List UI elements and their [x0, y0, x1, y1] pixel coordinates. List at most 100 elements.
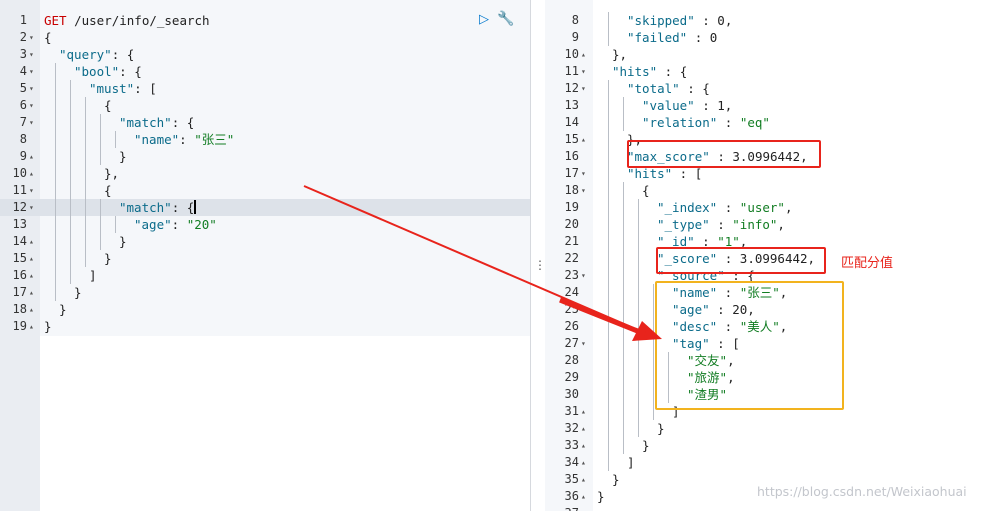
- fold-end-icon[interactable]: ▴: [581, 454, 586, 471]
- fold-collapse-icon[interactable]: ▾: [581, 63, 586, 80]
- code-line[interactable]: 17 ▴}: [0, 284, 530, 301]
- fold-collapse-icon[interactable]: ▾: [29, 97, 34, 114]
- fold-end-icon[interactable]: ▴: [581, 437, 586, 454]
- fold-collapse-icon[interactable]: ▾: [29, 29, 34, 46]
- token-punc: :: [171, 217, 187, 232]
- token-punc: }: [59, 302, 67, 317]
- code-line[interactable]: 9 "failed" : 0: [545, 29, 998, 46]
- line-number: 26: [564, 319, 579, 333]
- pane-resize-divider[interactable]: [530, 0, 546, 511]
- fold-end-icon[interactable]: ▴: [29, 284, 34, 301]
- line-number: 12: [12, 200, 27, 214]
- code-line[interactable]: 13 "value" : 1,: [545, 97, 998, 114]
- fold-end-icon[interactable]: ▴: [29, 267, 34, 284]
- code-line[interactable]: 16 ▴]: [0, 267, 530, 284]
- indent-guide: [85, 165, 86, 182]
- fold-end-icon[interactable]: ▴: [581, 131, 586, 148]
- code-line[interactable]: 10 ▴},: [545, 46, 998, 63]
- line-number: 36: [564, 489, 579, 503]
- fold-end-icon[interactable]: ▴: [581, 403, 586, 420]
- code-line[interactable]: 4 ▾ "bool": {: [0, 63, 530, 80]
- fold-end-icon[interactable]: ▴: [581, 46, 586, 63]
- fold-end-icon[interactable]: ▴: [581, 471, 586, 488]
- token-punc: {: [44, 30, 52, 45]
- code-line[interactable]: 8 "skipped" : 0,: [545, 12, 998, 29]
- code-line[interactable]: 3 ▾ "query": {: [0, 46, 530, 63]
- code-line[interactable]: 11 ▾ "hits" : {: [545, 63, 998, 80]
- indent-guide: [653, 352, 654, 369]
- code-line[interactable]: 18 ▴}: [0, 301, 530, 318]
- fold-end-icon[interactable]: ▴: [29, 148, 34, 165]
- indent-guide: [70, 267, 71, 284]
- fold-collapse-icon[interactable]: ▾: [29, 46, 34, 63]
- fold-collapse-icon[interactable]: ▾: [29, 80, 34, 97]
- code-line[interactable]: 14 ▴}: [0, 233, 530, 250]
- code-line[interactable]: 20 "_type" : "info",: [545, 216, 998, 233]
- token-punc: }: [104, 251, 112, 266]
- fold-collapse-icon[interactable]: ▾: [581, 165, 586, 182]
- code-text: }: [119, 148, 127, 165]
- code-line[interactable]: 37: [545, 505, 998, 511]
- fold-end-icon[interactable]: ▴: [29, 301, 34, 318]
- fold-collapse-icon[interactable]: ▾: [581, 335, 586, 352]
- code-line[interactable]: 33 ▴}: [545, 437, 998, 454]
- code-line[interactable]: 12 ▾ "match": {: [0, 199, 530, 216]
- code-line[interactable]: 19 "_index" : "user",: [545, 199, 998, 216]
- fold-collapse-icon[interactable]: ▾: [29, 199, 34, 216]
- code-line[interactable]: 13 "age": "20": [0, 216, 530, 233]
- fold-end-icon[interactable]: ▴: [29, 233, 34, 250]
- fold-collapse-icon[interactable]: ▾: [581, 80, 586, 97]
- line-number: 11: [12, 183, 27, 197]
- code-text: }: [104, 250, 112, 267]
- code-line[interactable]: 18 ▾ {: [545, 182, 998, 199]
- indent-guide: [638, 233, 639, 250]
- token-key: "bool": [74, 64, 120, 79]
- line-number: 16: [564, 149, 579, 163]
- indent-guide: [608, 335, 609, 352]
- fold-end-icon[interactable]: ▴: [29, 165, 34, 182]
- indent-guide: [100, 148, 101, 165]
- code-line[interactable]: 19 ▴}: [0, 318, 530, 335]
- indent-guide: [608, 97, 609, 114]
- code-line[interactable]: 2 ▾ {: [0, 29, 530, 46]
- indent-guide: [623, 250, 624, 267]
- code-line[interactable]: 1 GET /user/info/_search: [0, 12, 530, 29]
- fold-collapse-icon[interactable]: ▾: [29, 114, 34, 131]
- indent-guide: [55, 199, 56, 216]
- fold-end-icon[interactable]: ▴: [29, 318, 34, 335]
- code-line[interactable]: 32 ▴}: [545, 420, 998, 437]
- fold-collapse-icon[interactable]: ▾: [581, 182, 586, 199]
- code-line[interactable]: 5 ▾ "must": [: [0, 80, 530, 97]
- indent-guide: [608, 437, 609, 454]
- code-line[interactable]: 14 "relation" : "eq": [545, 114, 998, 131]
- fold-end-icon[interactable]: ▴: [581, 488, 586, 505]
- indent-guide: [608, 420, 609, 437]
- run-request-icon[interactable]: ▷: [479, 12, 489, 27]
- indent-guide: [653, 386, 654, 403]
- wrench-icon[interactable]: 🔧: [497, 11, 514, 27]
- fold-collapse-icon[interactable]: ▾: [29, 63, 34, 80]
- code-line[interactable]: 7 ▾ "match": {: [0, 114, 530, 131]
- fold-collapse-icon[interactable]: ▾: [581, 267, 586, 284]
- line-number: 20: [564, 217, 579, 231]
- code-text: "_type" : "info",: [657, 216, 785, 233]
- line-number: 13: [12, 217, 27, 231]
- code-text: "bool": {: [74, 63, 142, 80]
- code-line[interactable]: 10 ▴},: [0, 165, 530, 182]
- code-line[interactable]: 11 ▾ {: [0, 182, 530, 199]
- code-line[interactable]: 8 "name": "张三": [0, 131, 530, 148]
- code-line[interactable]: 34 ▴]: [545, 454, 998, 471]
- code-line[interactable]: 12 ▾ "total" : {: [545, 80, 998, 97]
- line-number: 16: [12, 268, 27, 282]
- line-number: 14: [564, 115, 579, 129]
- request-editor[interactable]: 1 GET /user/info/_search 2 ▾{3 ▾ "query": {4 ▾…: [0, 0, 530, 511]
- indent-guide: [100, 199, 101, 216]
- code-line[interactable]: 9 ▴}: [0, 148, 530, 165]
- line-number: 17: [12, 285, 27, 299]
- code-line[interactable]: 6 ▾ {: [0, 97, 530, 114]
- fold-end-icon[interactable]: ▴: [29, 250, 34, 267]
- fold-end-icon[interactable]: ▴: [581, 420, 586, 437]
- token-punc: : [: [672, 166, 703, 181]
- fold-collapse-icon[interactable]: ▾: [29, 182, 34, 199]
- code-line[interactable]: 15 ▴}: [0, 250, 530, 267]
